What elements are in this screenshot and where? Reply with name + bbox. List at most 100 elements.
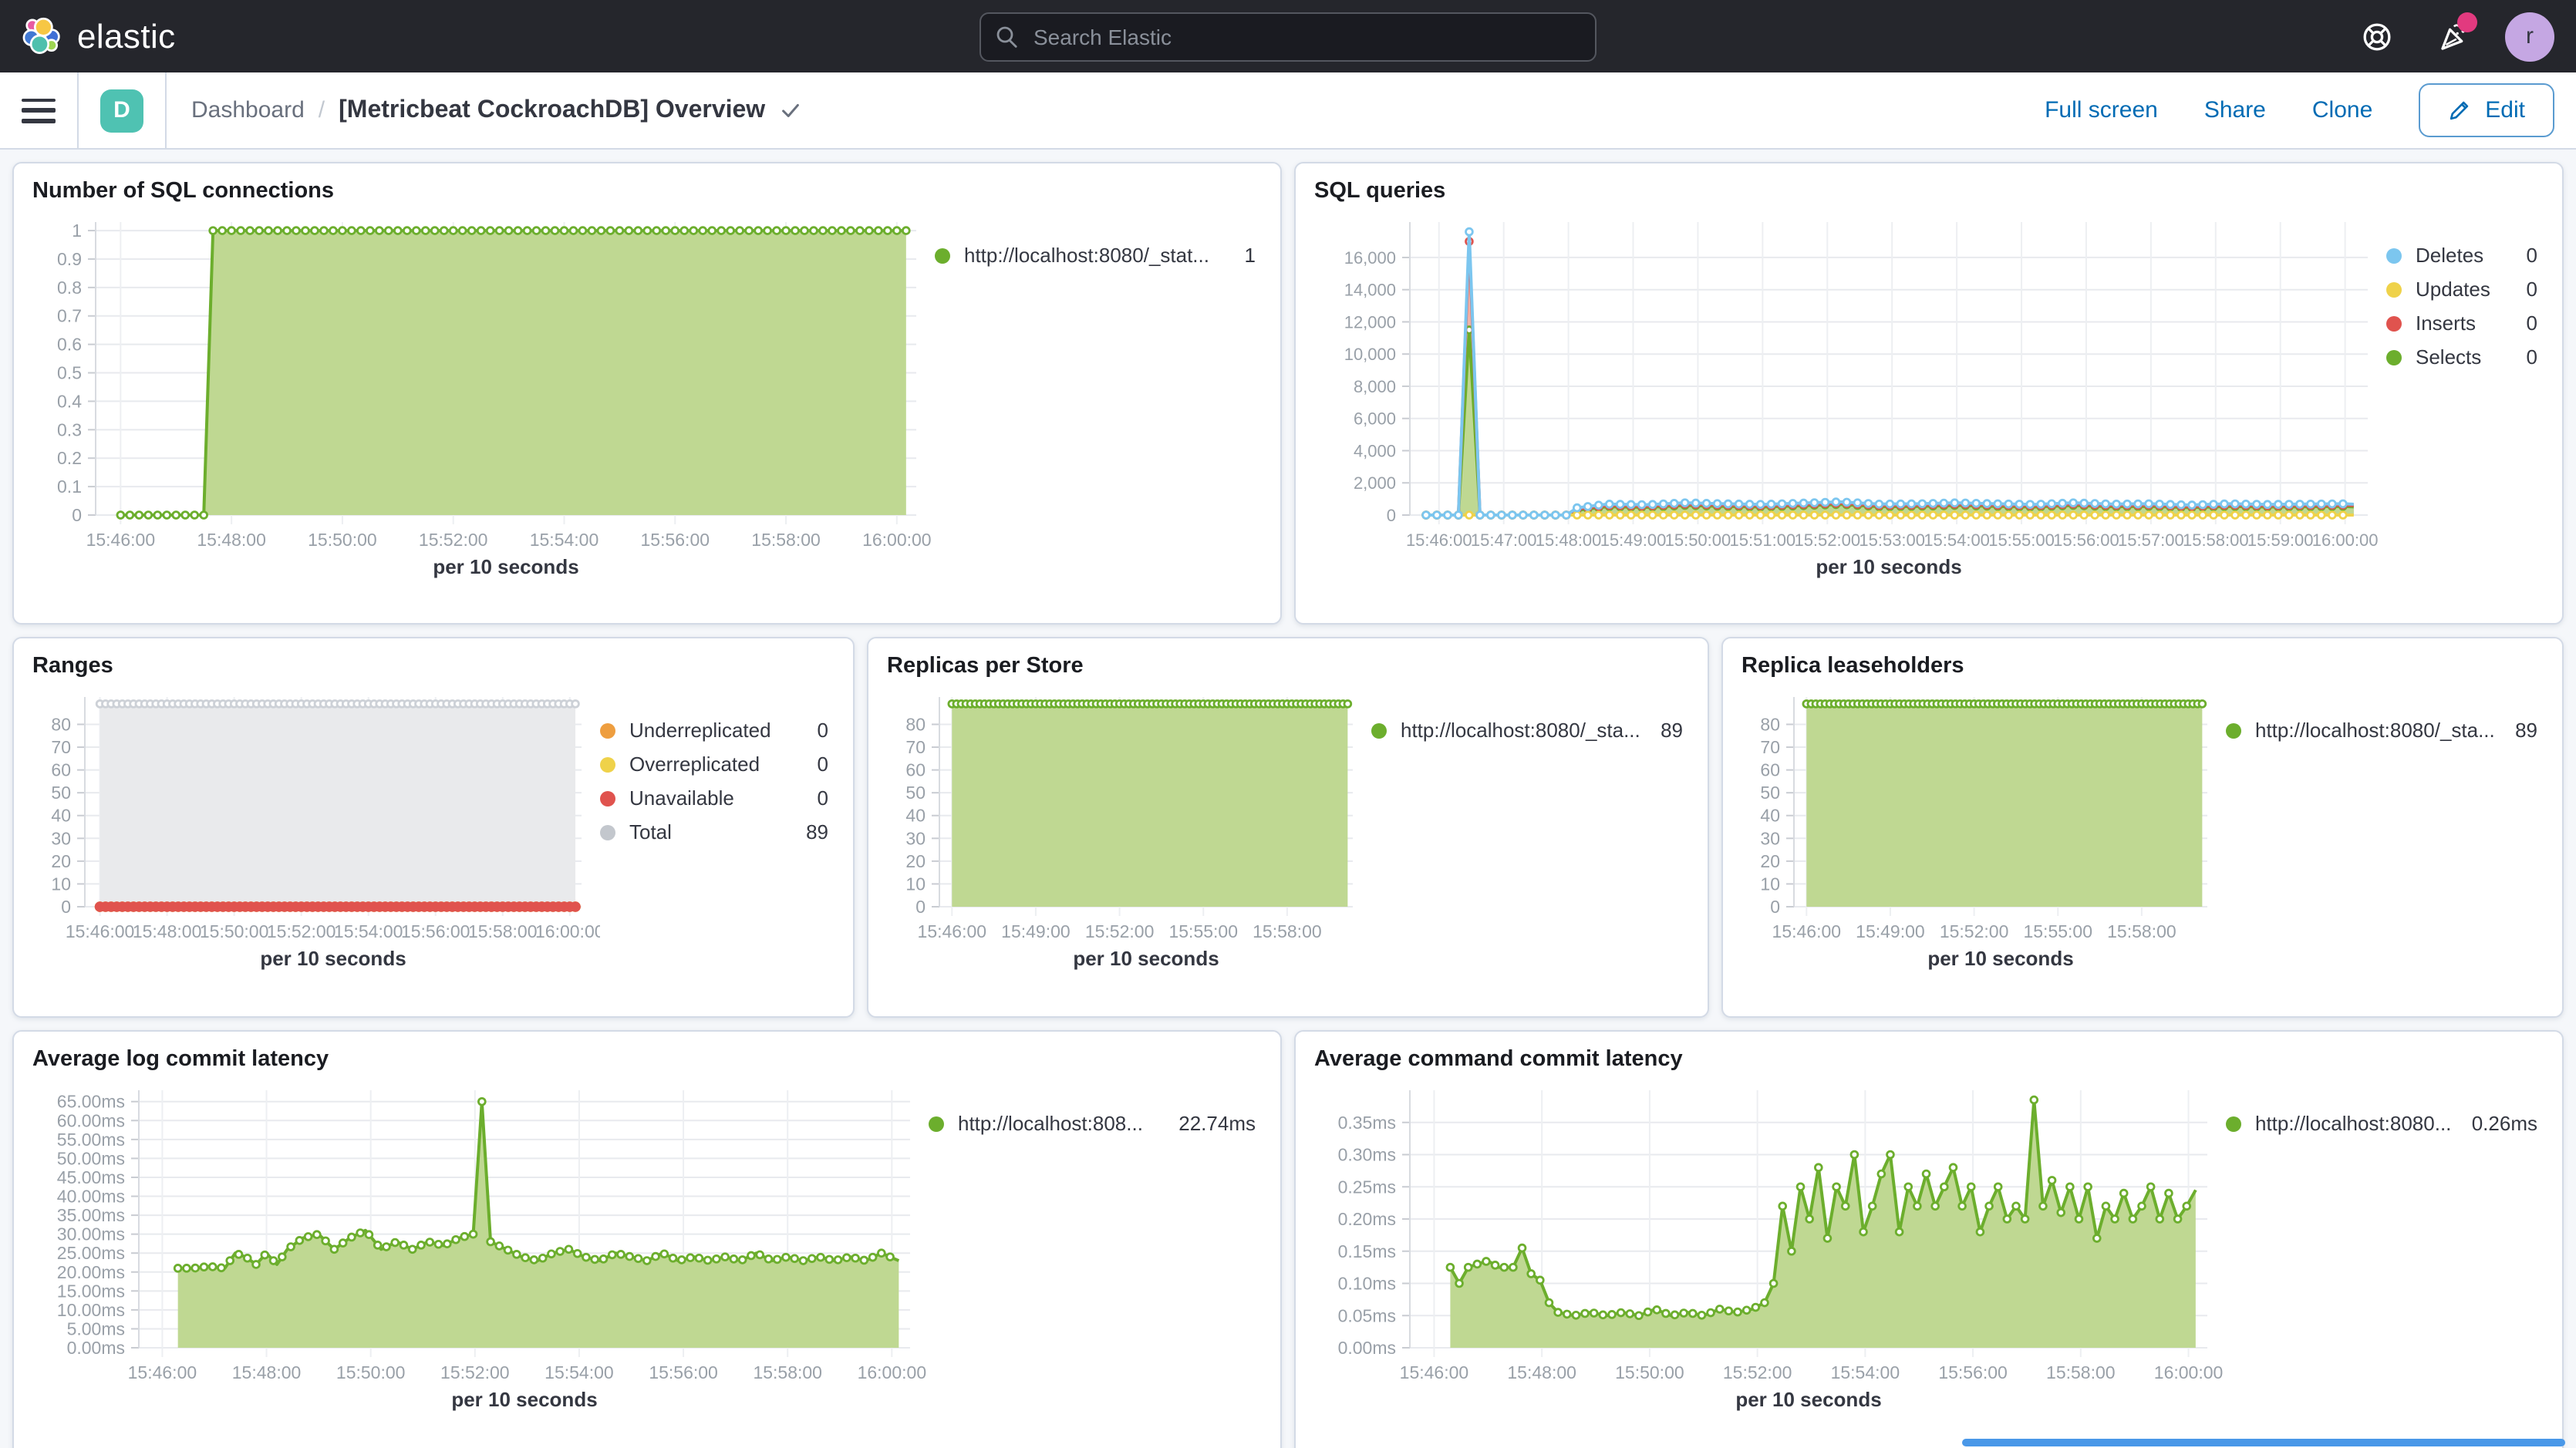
- legend-value: 0: [2527, 311, 2537, 335]
- legend-item-http-localhost-808[interactable]: http://localhost:808...22.74ms: [929, 1112, 1256, 1135]
- legend-label: Unavailable: [629, 786, 802, 810]
- legend-value: 89: [806, 820, 828, 844]
- svg-text:0.9: 0.9: [57, 249, 82, 269]
- svg-text:15:54:00: 15:54:00: [1924, 530, 1990, 550]
- chart-canvas-number-of-sql-connections[interactable]: 00.10.20.30.40.50.60.70.80.9115:46:0015:…: [32, 207, 935, 583]
- legend-item-total[interactable]: Total89: [600, 820, 828, 844]
- panel-replicas-per-store: Replicas per Store 0102030405060708015:46…: [867, 637, 1709, 1018]
- svg-text:15:56:00: 15:56:00: [1938, 1362, 2008, 1382]
- chart-canvas-replica-leaseholders[interactable]: 0102030405060708015:46:0015:49:0015:52:0…: [1741, 682, 2226, 975]
- svg-text:15:52:00: 15:52:00: [1723, 1362, 1792, 1382]
- svg-text:15:46:00: 15:46:00: [66, 921, 135, 941]
- global-header: elastic: [0, 0, 2576, 72]
- svg-text:15:55:00: 15:55:00: [1988, 530, 2055, 550]
- legend-value: 0: [818, 719, 828, 742]
- legend-item-updates[interactable]: Updates0: [2386, 278, 2537, 301]
- pencil-icon: [2448, 99, 2471, 122]
- legend-value: 89: [2515, 719, 2537, 742]
- svg-text:15:46:00: 15:46:00: [86, 530, 156, 550]
- svg-text:15:46:00: 15:46:00: [128, 1362, 197, 1382]
- legend-color-dot: [2386, 315, 2402, 331]
- svg-text:16:00:00: 16:00:00: [858, 1362, 927, 1382]
- panel-average-log-commit-latency: Average log commit latency0.00ms5.00ms10…: [12, 1030, 1282, 1448]
- svg-text:15:53:00: 15:53:00: [1859, 530, 1925, 550]
- svg-text:0.7: 0.7: [57, 306, 82, 326]
- legend-item-underreplicated[interactable]: Underreplicated 0: [600, 719, 828, 742]
- legend-item-selects[interactable]: Selects0: [2386, 345, 2537, 369]
- news-feed-button[interactable]: [2428, 10, 2480, 62]
- svg-text:16,000: 16,000: [1344, 248, 1396, 268]
- svg-text:16:00:00: 16:00:00: [2312, 530, 2379, 550]
- share-button[interactable]: Share: [2204, 97, 2266, 123]
- svg-text:15:57:00: 15:57:00: [2118, 530, 2184, 550]
- user-avatar[interactable]: r: [2505, 12, 2554, 61]
- svg-text:5.00ms: 5.00ms: [67, 1318, 125, 1339]
- svg-text:15:54:00: 15:54:00: [1831, 1362, 1900, 1382]
- svg-text:40: 40: [1760, 806, 1780, 826]
- space-badge[interactable]: D: [100, 89, 143, 132]
- chart-canvas-ranges[interactable]: 0102030405060708015:46:0015:48:0015:50:0…: [32, 682, 600, 975]
- chart-svg: 00.10.20.30.40.50.60.70.80.9115:46:0015:…: [32, 207, 935, 583]
- svg-text:8,000: 8,000: [1354, 377, 1396, 396]
- check-icon[interactable]: [779, 99, 802, 122]
- menu-button[interactable]: [22, 98, 56, 123]
- elastic-logo-icon: [22, 15, 63, 57]
- legend-item-overreplicated[interactable]: Overreplicated0: [600, 753, 828, 776]
- search-input[interactable]: [979, 12, 1597, 61]
- svg-text:10.00ms: 10.00ms: [57, 1300, 125, 1320]
- chart-legend: http://localhost:8080/_sta...89: [2226, 682, 2544, 975]
- legend-item-unavailable[interactable]: Unavailable0: [600, 786, 828, 810]
- legend-item-http-localhost-8080[interactable]: http://localhost:8080...0.26ms: [2226, 1112, 2537, 1135]
- breadcrumb-dashboard-link[interactable]: Dashboard: [191, 97, 305, 123]
- divider: [165, 72, 167, 148]
- panel-title: Average command commit latency: [1314, 1047, 2544, 1072]
- svg-text:4,000: 4,000: [1354, 441, 1396, 460]
- svg-text:per 10 seconds: per 10 seconds: [1735, 1388, 1881, 1411]
- chart-canvas-sql-queries[interactable]: 02,0004,0006,0008,00010,00012,00014,0001…: [1314, 207, 2386, 583]
- legend-label: Deletes: [2416, 244, 2511, 267]
- panel-sql-queries: SQL queries02,0004,0006,0008,00010,00012…: [1294, 162, 2564, 625]
- legend-color-dot: [935, 248, 950, 263]
- legend-item-http-localhost-8080-stat[interactable]: http://localhost:8080/_stat...1: [935, 244, 1256, 267]
- dashboard-row: Number of SQL connections00.10.20.30.40.…: [12, 162, 2564, 625]
- horizontal-scrollbar-thumb[interactable]: [1962, 1439, 2565, 1446]
- elastic-logo[interactable]: elastic: [22, 15, 361, 57]
- legend-item-http-localhost-8080-sta[interactable]: http://localhost:8080/_sta...89: [2226, 719, 2537, 742]
- help-button[interactable]: [2351, 10, 2403, 62]
- svg-text:0.2: 0.2: [57, 448, 82, 468]
- chart-canvas-average-log-commit-latency[interactable]: 0.00ms5.00ms10.00ms15.00ms20.00ms25.00ms…: [32, 1075, 929, 1416]
- legend-label: http://localhost:8080/_sta...: [1401, 719, 1645, 742]
- legend-color-dot: [929, 1116, 944, 1131]
- svg-text:15:58:00: 15:58:00: [2183, 530, 2249, 550]
- svg-text:16:00:00: 16:00:00: [862, 530, 932, 550]
- full-screen-button[interactable]: Full screen: [2045, 97, 2158, 123]
- dashboard-row: Average log commit latency0.00ms5.00ms10…: [12, 1030, 2564, 1448]
- svg-text:25.00ms: 25.00ms: [57, 1243, 125, 1263]
- svg-text:15:52:00: 15:52:00: [440, 1362, 510, 1382]
- svg-text:15:47:00: 15:47:00: [1471, 530, 1537, 550]
- svg-text:60: 60: [905, 760, 926, 780]
- legend-item-inserts[interactable]: Inserts0: [2386, 311, 2537, 335]
- panel-title: Replicas per Store: [887, 654, 1689, 679]
- edit-button[interactable]: Edit: [2419, 83, 2554, 137]
- svg-text:15:52:00: 15:52:00: [1794, 530, 1860, 550]
- svg-text:10: 10: [51, 874, 71, 894]
- legend-label: http://localhost:808...: [958, 1112, 1163, 1135]
- legend-item-http-localhost-8080-sta[interactable]: http://localhost:8080/_sta...89: [1371, 719, 1683, 742]
- search-icon: [995, 24, 1020, 49]
- chart-canvas-replicas-per-store[interactable]: 0102030405060708015:46:0015:49:0015:52:0…: [887, 682, 1371, 975]
- svg-text:15:51:00: 15:51:00: [1730, 530, 1796, 550]
- svg-text:0.30ms: 0.30ms: [1338, 1145, 1396, 1165]
- legend-color-dot: [600, 722, 615, 738]
- svg-text:per 10 seconds: per 10 seconds: [1816, 555, 1961, 578]
- breadcrumb: Dashboard / [Metricbeat CockroachDB] Ove…: [191, 96, 802, 124]
- svg-text:15:58:00: 15:58:00: [468, 921, 538, 941]
- divider: [77, 72, 79, 148]
- legend-label: Underreplicated: [629, 719, 802, 742]
- svg-text:30: 30: [905, 828, 926, 848]
- clone-button[interactable]: Clone: [2312, 97, 2372, 123]
- svg-text:15:56:00: 15:56:00: [649, 1362, 718, 1382]
- chart-canvas-average-command-commit-latency[interactable]: 0.00ms0.05ms0.10ms0.15ms0.20ms0.25ms0.30…: [1314, 1075, 2226, 1416]
- svg-text:0.6: 0.6: [57, 335, 82, 355]
- legend-item-deletes[interactable]: Deletes0: [2386, 244, 2537, 267]
